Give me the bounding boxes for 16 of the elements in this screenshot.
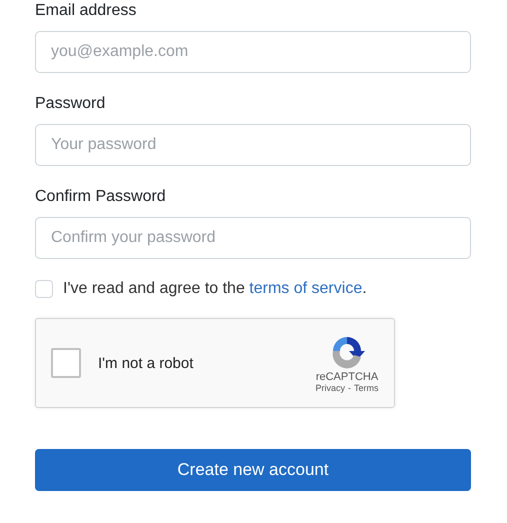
create-account-button[interactable]: Create new account xyxy=(35,449,471,491)
input-field[interactable]: you@example.com xyxy=(35,31,471,73)
captcha-label: I'm not a robot xyxy=(98,354,194,372)
terms-text: I've read and agree to the terms of service. xyxy=(63,280,367,298)
privacy-link[interactable]: Privacy xyxy=(315,383,345,393)
terms-link[interactable]: Terms xyxy=(354,383,378,393)
separator-text: - xyxy=(348,383,351,393)
checkbox[interactable] xyxy=(35,280,53,298)
field-label: Confirm Password xyxy=(35,187,167,207)
input-field[interactable]: Your password xyxy=(35,124,471,166)
field-label: Password xyxy=(35,94,106,114)
input-field[interactable]: Confirm your password xyxy=(35,217,471,259)
terms-link[interactable]: terms of service xyxy=(249,280,362,297)
field-label: Email address xyxy=(35,1,138,21)
captcha-checkbox[interactable] xyxy=(51,348,81,378)
recaptcha-label: reCAPTCHA xyxy=(316,371,378,383)
